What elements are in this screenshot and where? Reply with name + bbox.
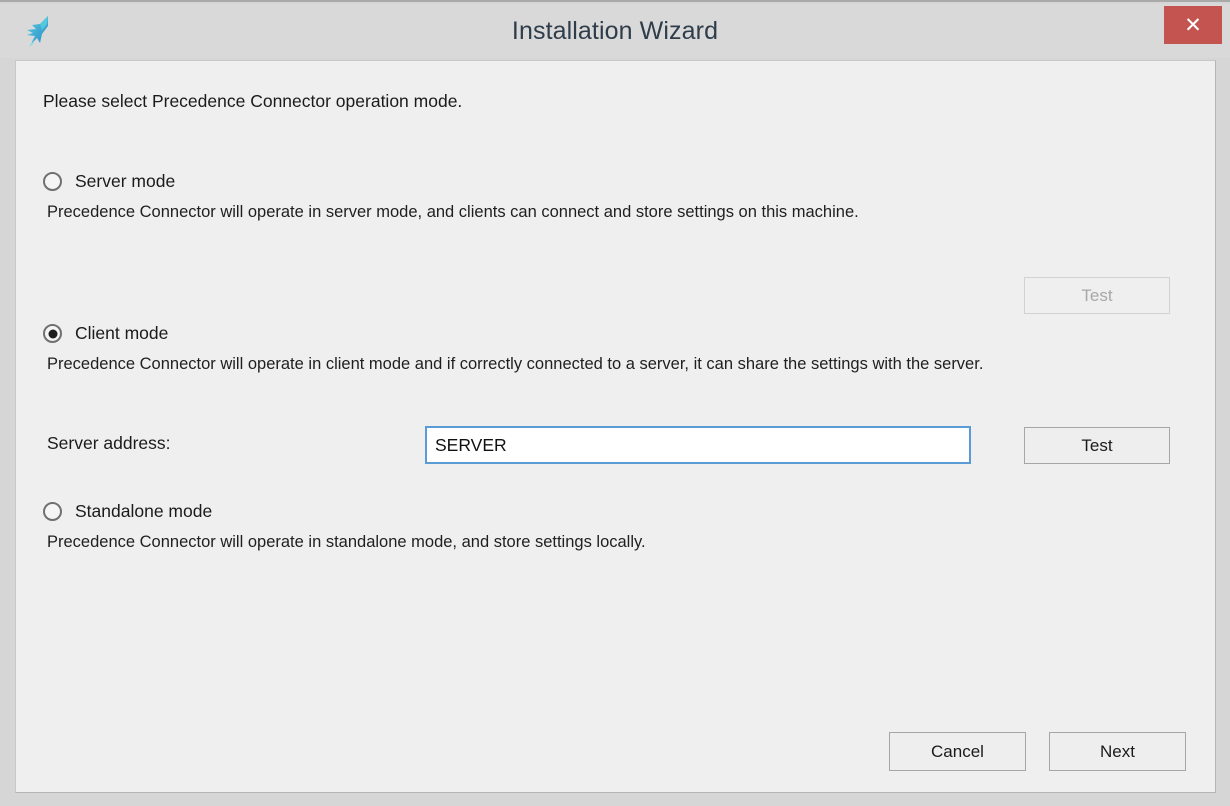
server-address-label: Server address:	[47, 433, 171, 453]
option-label-server: Server mode	[75, 171, 176, 191]
server-test-button: Test	[1024, 277, 1170, 314]
radio-server-mode[interactable]: Server mode	[43, 171, 859, 192]
next-button[interactable]: Next	[1049, 732, 1186, 771]
radio-indicator-server	[43, 172, 62, 191]
option-client-mode: Client mode Precedence Connector will op…	[43, 323, 1187, 376]
option-standalone-mode: Standalone mode Precedence Connector wil…	[43, 501, 646, 554]
content-panel: Please select Precedence Connector opera…	[15, 60, 1216, 793]
client-test-button[interactable]: Test	[1024, 427, 1170, 464]
close-button[interactable]: ✕	[1164, 6, 1222, 44]
server-address-input[interactable]	[425, 426, 971, 464]
intro-text: Please select Precedence Connector opera…	[43, 91, 463, 111]
radio-client-mode[interactable]: Client mode	[43, 323, 1187, 344]
title-bar: Installation Wizard ✕	[0, 4, 1230, 58]
option-description-standalone: Precedence Connector will operate in sta…	[47, 533, 646, 551]
option-description-server: Precedence Connector will operate in ser…	[47, 203, 859, 221]
installation-wizard-window: Installation Wizard ✕ Please select Prec…	[0, 0, 1230, 806]
option-server-mode: Server mode Precedence Connector will op…	[43, 171, 859, 224]
option-label-standalone: Standalone mode	[75, 501, 213, 521]
close-icon: ✕	[1184, 12, 1202, 37]
cancel-button[interactable]: Cancel	[889, 732, 1026, 771]
option-label-client: Client mode	[75, 323, 169, 343]
option-description-client: Precedence Connector will operate in cli…	[47, 355, 984, 373]
radio-indicator-client	[43, 324, 62, 343]
window-title: Installation Wizard	[511, 17, 719, 45]
radio-indicator-standalone	[43, 502, 62, 521]
radio-standalone-mode[interactable]: Standalone mode	[43, 501, 646, 522]
